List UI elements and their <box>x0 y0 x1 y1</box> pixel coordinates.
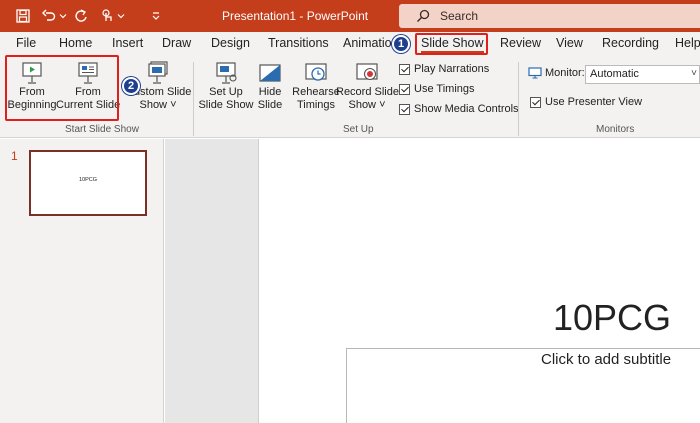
tab-recording[interactable]: Recording <box>602 36 659 50</box>
tab-slide-show[interactable]: Slide Show <box>421 36 484 54</box>
use-timings-label: Use Timings <box>414 83 475 95</box>
search-icon <box>417 9 430 22</box>
chevron-down-icon: ˅ <box>691 68 697 79</box>
use-presenter-view-checkbox[interactable]: Use Presenter View <box>530 96 642 108</box>
from-current-slide-button[interactable]: From Current Slide <box>56 60 120 112</box>
hide-slide-icon <box>259 64 281 82</box>
group-separator <box>518 62 519 136</box>
monitor-icon <box>528 67 542 79</box>
tab-help[interactable]: Help <box>675 36 700 50</box>
tab-review[interactable]: Review <box>500 36 541 50</box>
setup-show-line1: Set Up <box>209 86 243 98</box>
subtitle-placeholder-text: Click to add subtitle <box>541 351 672 368</box>
rehearse-line1: Rehearse <box>292 86 340 98</box>
use-timings-checkbox[interactable]: Use Timings <box>399 83 475 95</box>
record-slide-show-button[interactable]: Record Slide Show ˅ <box>336 60 399 112</box>
set-up-slide-show-button[interactable]: Set Up Slide Show <box>198 60 254 112</box>
slide-thumbnail-pane: 1 10PCG <box>0 139 164 423</box>
save-icon[interactable] <box>10 0 36 32</box>
from-beginning-button[interactable]: From Beginning <box>6 60 58 112</box>
hide-slide-line2: Slide <box>257 99 283 111</box>
redo-icon[interactable] <box>70 0 92 32</box>
hide-slide-button[interactable]: Hide Slide <box>254 60 286 112</box>
play-narrations-checkbox[interactable]: Play Narrations <box>399 63 489 75</box>
tab-insert[interactable]: Insert <box>112 36 143 50</box>
undo-dropdown-icon[interactable] <box>58 0 68 32</box>
slide-number: 1 <box>11 149 18 163</box>
from-current-line1: From <box>75 86 101 98</box>
monitors-group-label: Monitors <box>596 124 635 135</box>
setup-show-icon <box>216 62 237 84</box>
custom-show-line2: Show ˅ <box>139 99 177 111</box>
play-from-start-icon <box>22 62 42 84</box>
show-media-controls-label: Show Media Controls <box>414 103 519 115</box>
from-beginning-line1: From <box>19 86 45 98</box>
step-badge-1: 1 <box>392 35 410 53</box>
search-label: Search <box>440 9 479 23</box>
tab-design[interactable]: Design <box>211 36 250 50</box>
window-title: Presentation1 - PowerPoint <box>222 9 369 23</box>
slide-title[interactable]: 10PCG <box>553 297 671 339</box>
setup-show-line2: Slide Show <box>198 99 254 111</box>
slide-thumbnail[interactable]: 10PCG <box>29 150 147 216</box>
undo-icon[interactable] <box>38 0 60 32</box>
search-box[interactable]: Search <box>399 4 700 28</box>
record-icon <box>356 63 378 81</box>
set-up-group-label: Set Up <box>343 124 374 135</box>
slide-thumbnail-title: 10PCG <box>78 177 98 183</box>
play-narrations-label: Play Narrations <box>414 63 490 75</box>
rehearse-timings-icon <box>305 63 327 81</box>
record-line1: Record Slide <box>336 86 399 98</box>
monitor-select[interactable]: Automatic ˅ <box>585 65 700 84</box>
start-slide-show-group-label: Start Slide Show <box>65 124 139 135</box>
play-from-current-icon <box>78 62 98 84</box>
ribbon-tabs: File Home Insert Draw Design Transitions… <box>0 32 700 56</box>
custom-show-icon <box>148 61 168 84</box>
touch-dropdown-icon[interactable] <box>116 0 126 32</box>
group-separator <box>193 62 194 136</box>
show-media-controls-checkbox[interactable]: Show Media Controls <box>399 103 519 115</box>
hide-slide-line1: Hide <box>258 86 282 98</box>
use-timings-check <box>399 83 410 95</box>
monitor-label: Monitor: <box>528 67 585 79</box>
rehearse-line2: Timings <box>296 99 336 111</box>
from-current-line2: Current Slide <box>56 99 121 111</box>
rehearse-timings-button[interactable]: Rehearse Timings <box>292 60 340 112</box>
title-bar: Presentation1 - PowerPoint Search <box>0 0 700 32</box>
tab-draw[interactable]: Draw <box>162 36 191 50</box>
ribbon: From Beginning From Current Slide Custom… <box>0 56 700 138</box>
show-media-controls-check <box>399 103 410 115</box>
use-presenter-view-check <box>530 96 541 108</box>
tab-file[interactable]: File <box>16 36 36 50</box>
monitor-select-value: Automatic <box>590 68 639 80</box>
tab-view[interactable]: View <box>556 36 583 50</box>
play-narrations-check <box>399 63 410 75</box>
from-beginning-line2: Beginning <box>7 99 57 111</box>
use-presenter-view-label: Use Presenter View <box>545 96 643 108</box>
tab-transitions[interactable]: Transitions <box>268 36 329 50</box>
tab-home[interactable]: Home <box>59 36 92 50</box>
tab-animations[interactable]: Animations <box>343 36 393 50</box>
customize-toolbar-icon[interactable] <box>148 0 164 32</box>
record-line2: Show ˅ <box>348 99 386 111</box>
step-badge-2: 2 <box>122 77 140 95</box>
